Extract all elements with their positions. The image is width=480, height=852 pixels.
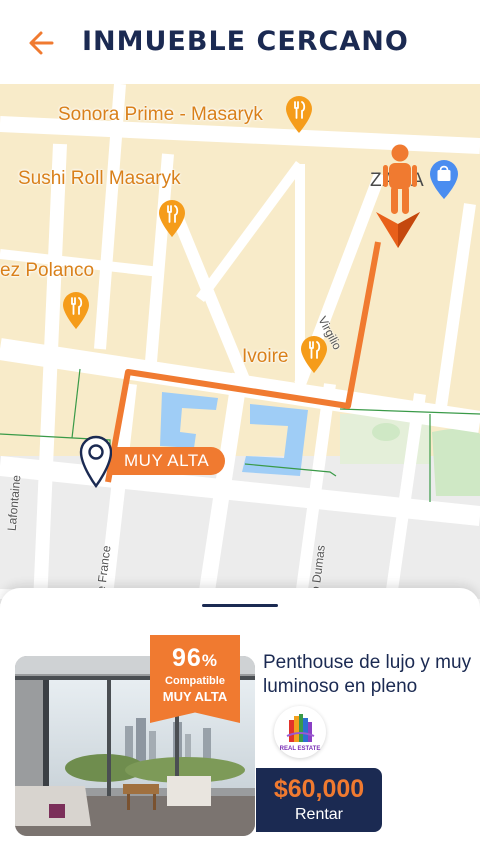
compatibility-badge[interactable]: MUY ALTA (112, 447, 226, 475)
svg-text:REAL ESTATE: REAL ESTATE (280, 746, 321, 752)
map-view[interactable]: Sonora Prime - Masaryk Sushi Roll Masary… (0, 84, 480, 604)
restaurant-icon[interactable] (284, 94, 314, 134)
property-title[interactable]: Penthouse de lujo y muy luminoso en plen… (263, 651, 473, 699)
compatibility-percent: 96% (172, 644, 218, 672)
property-card-sheet: 96% Compatible MUY ALTA Penthouse de luj… (0, 588, 480, 852)
sheet-handle[interactable] (202, 604, 278, 607)
restaurant-icon[interactable] (61, 290, 91, 330)
poi-label-ivoire: Ivoire (242, 346, 289, 367)
restaurant-icon[interactable] (157, 198, 187, 238)
page-title: INMUEBLE CERCANO (82, 26, 409, 57)
agency-logo[interactable]: REAL ESTATE (274, 706, 326, 758)
poi-label-sonora: Sonora Prime - Masaryk (58, 104, 263, 125)
arrow-left-icon (29, 31, 54, 55)
walking-person-icon (383, 144, 417, 214)
price-value: $60,000 (273, 775, 365, 803)
restaurant-icon[interactable] (299, 334, 329, 374)
rent-label: Rentar (294, 806, 344, 823)
real-estate-logo-icon: REAL ESTATE (280, 714, 321, 752)
compatibility-level: MUY ALTA (162, 689, 228, 704)
compatibility-tag: 96% Compatible MUY ALTA (150, 635, 240, 723)
poi-label-polanco: ez Polanco (0, 260, 95, 281)
app-header: INMUEBLE CERCANO (0, 0, 480, 84)
rent-price-button[interactable]: $60,000 Rentar (256, 768, 382, 832)
shopping-bag-icon[interactable] (428, 158, 460, 200)
back-button[interactable] (24, 26, 58, 60)
poi-label-sushi: Sushi Roll Masaryk (18, 168, 181, 189)
direction-arrow-icon (376, 212, 420, 248)
compatibility-label: Compatible (165, 675, 225, 687)
location-pin-icon[interactable] (78, 434, 114, 488)
